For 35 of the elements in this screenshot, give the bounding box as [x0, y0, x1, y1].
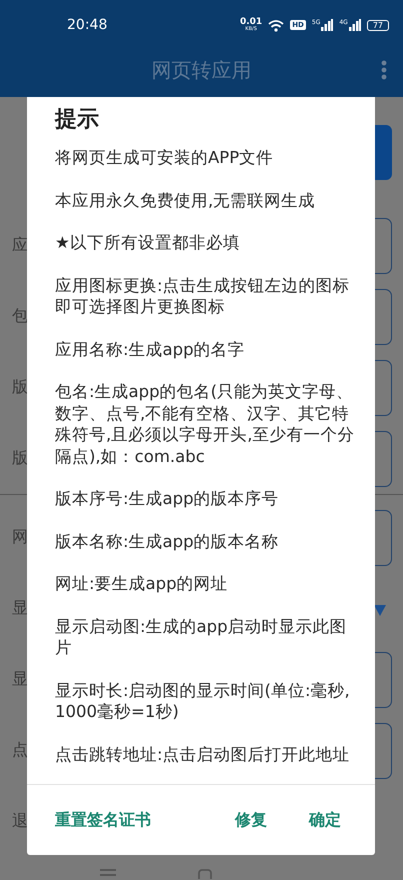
dialog-message: 本应用永久免费使用,无需联网生成	[55, 190, 316, 211]
field-label: 显	[12, 669, 28, 690]
overflow-menu-icon	[381, 60, 387, 80]
signal-icon	[348, 19, 361, 31]
battery-level: 77	[366, 20, 389, 30]
field-label: 包	[12, 306, 28, 327]
dialog-message: 版本名称:生成app的版本名称	[55, 530, 280, 552]
field-label: 退	[12, 811, 28, 832]
dialog-message: 应用图标更换:点击生成按钮左边的图标即可选择图片更换图标	[55, 274, 351, 318]
wifi-icon	[268, 18, 284, 32]
dialog-button[interactable]: 确定	[301, 804, 349, 836]
dialog-message: ★以下所有设置都非必填	[55, 232, 241, 254]
dialog-title: 提示	[54, 106, 100, 134]
signal-icon	[321, 19, 334, 31]
dialog-message: 显示时长:启动图的显示时间(单位:毫秒,1000毫秒=1秒)	[55, 680, 351, 722]
menu-icon	[100, 869, 116, 879]
dialog-message: 包名:生成app的包名(只能为英文字母、数字、点号,不能有空格、汉字、其它特殊符号,且必须以字母开头,至少有一个分隔点),如：com.abc	[55, 381, 356, 467]
field-label: 点	[12, 740, 28, 761]
app-title: 网页转应用	[152, 57, 252, 84]
dialog-button[interactable]: 重置签名证书	[47, 804, 159, 836]
field-label: 版	[12, 377, 28, 398]
field-label: 显	[12, 598, 28, 619]
dialog-message: 应用名称:生成app的名字	[55, 338, 246, 360]
dialog-button[interactable]: 修复	[227, 804, 275, 836]
dialog-message: 点击跳转地址:点击启动图后打开此地址	[55, 744, 351, 765]
home-icon	[198, 869, 212, 879]
field-label: 网	[12, 527, 28, 548]
dialog-message: 版本序号:生成app的版本序号	[55, 488, 280, 510]
field-label: 版	[12, 448, 28, 469]
dialog-message: 显示启动图:生成的app启动时显示此图片	[55, 616, 348, 658]
field-label: 应	[12, 235, 28, 256]
clock-time: 20:48	[67, 17, 108, 33]
dialog-message: 网址:要生成app的网址	[55, 573, 229, 594]
dialog-message: 将网页生成可安装的APP文件	[55, 147, 274, 168]
net-speed: 0.01	[240, 18, 262, 27]
